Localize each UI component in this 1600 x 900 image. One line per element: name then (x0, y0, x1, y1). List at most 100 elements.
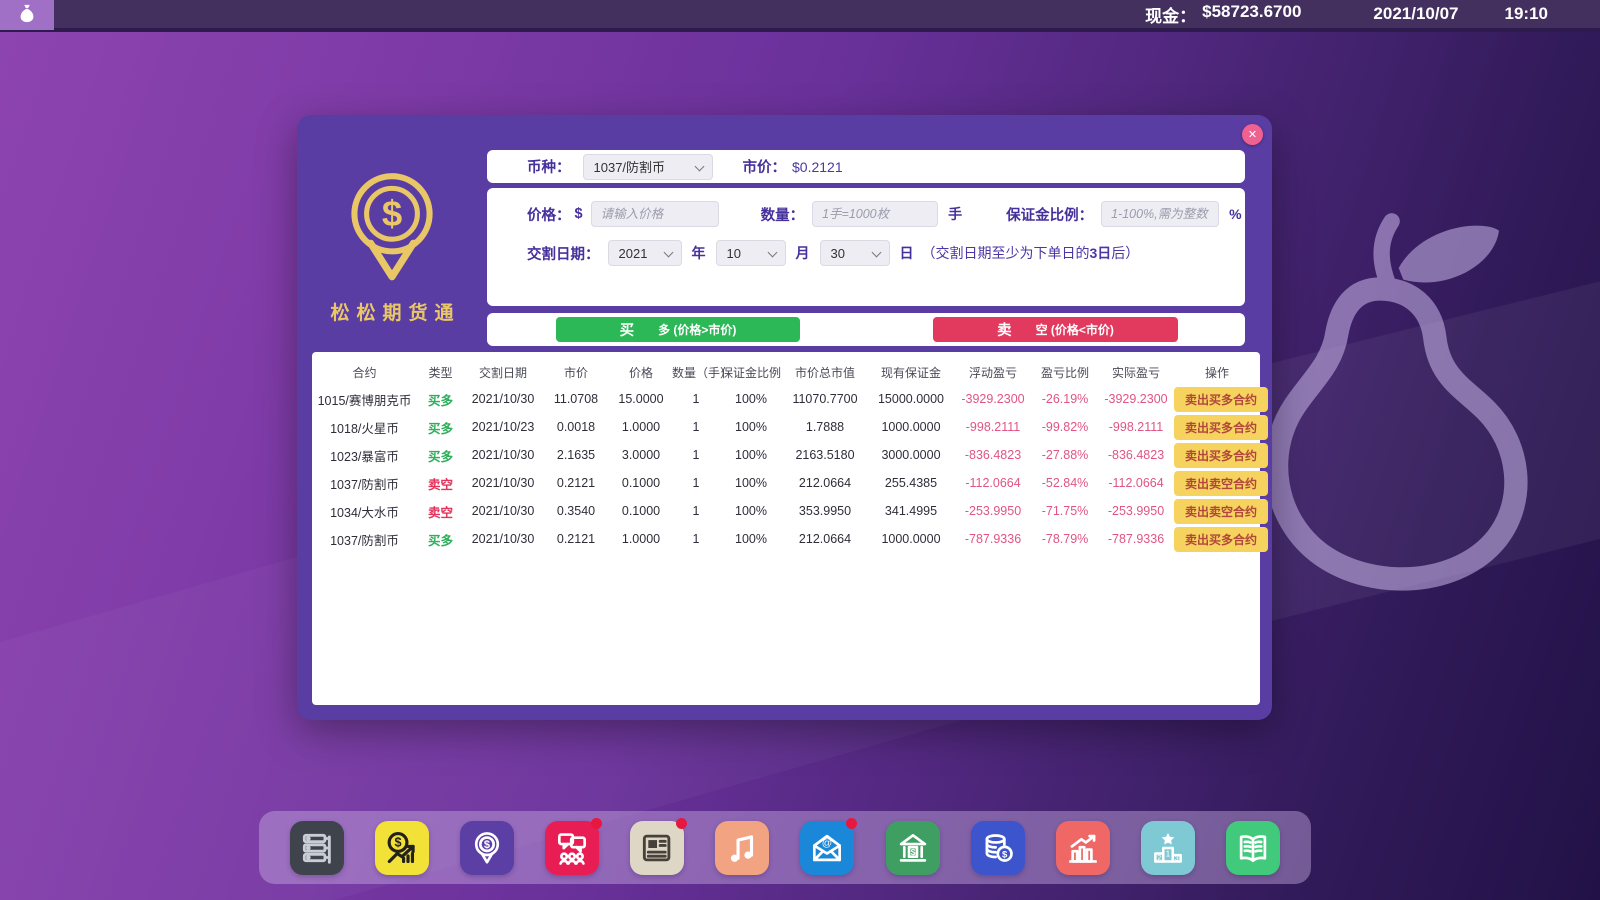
cell-deposit: 3000.0000 (868, 441, 954, 469)
currency-label: 币种： (527, 156, 571, 177)
cell-delivery: 2021/10/30 (464, 497, 542, 525)
cell-total: 353.9950 (782, 497, 868, 525)
sell-char: 卖 (997, 319, 1012, 340)
money-bag-icon[interactable] (0, 0, 54, 30)
buy-long-button[interactable]: 买 多 (价格>市价) (556, 317, 800, 342)
cell-actual_pl: -836.4823 (1098, 441, 1174, 469)
dock-item-music-note[interactable] (715, 821, 769, 875)
column-header: 交割日期 (464, 359, 542, 385)
table-row: 1034/大水币卖空2021/10/300.35400.10001100%353… (312, 497, 1260, 525)
chat-group-icon (553, 829, 591, 867)
dock-item-newspaper[interactable] (630, 821, 684, 875)
dock-item-mail[interactable]: @ (800, 821, 854, 875)
cell-actual_pl: -787.9336 (1098, 525, 1174, 553)
sell-short-button[interactable]: 卖 空 (价格<市价) (933, 317, 1178, 342)
cell-market: 2.1635 (542, 441, 610, 469)
cell-price: 0.1000 (610, 497, 672, 525)
day-select[interactable]: 30 (820, 240, 890, 266)
game-date: 2021/10/07 (1373, 4, 1458, 24)
cell-float_pl: -787.9336 (954, 525, 1032, 553)
currency-select[interactable]: 1037/防割币 (583, 154, 713, 180)
svg-text:2: 2 (1157, 853, 1161, 861)
sell-contract-button[interactable]: 卖出买多合约 (1174, 387, 1268, 412)
cell-contract: 1018/火星币 (312, 413, 417, 441)
cell-contract: 1015/赛博朋克币 (312, 385, 417, 413)
margin-label: 保证金比例： (1006, 204, 1093, 225)
delivery-note: （交割日期至少为下单日的3日后） (922, 243, 1140, 263)
column-header: 合约 (312, 359, 417, 385)
dock-item-coin-trend[interactable]: $ (375, 821, 429, 875)
cell-type: 买多 (417, 441, 464, 469)
cell-deposit: 255.4385 (868, 469, 954, 497)
sell-contract-button[interactable]: 卖出买多合约 (1174, 443, 1268, 468)
quantity-input[interactable] (812, 201, 938, 227)
cell-qty: 1 (672, 413, 720, 441)
day-value: 30 (831, 246, 845, 261)
cell-delivery: 2021/10/23 (464, 413, 542, 441)
dock-item-ranking-podium[interactable]: 123 (1141, 821, 1195, 875)
cell-pl_ratio: -71.75% (1032, 497, 1098, 525)
cell-margin: 100% (720, 469, 782, 497)
cell-pl_ratio: -78.79% (1032, 525, 1098, 553)
cell-type: 买多 (417, 413, 464, 441)
sell-contract-button[interactable]: 卖出买多合约 (1174, 415, 1268, 440)
cell-type: 买多 (417, 385, 464, 413)
cell-delivery: 2021/10/30 (464, 525, 542, 553)
year-select[interactable]: 2021 (608, 240, 682, 266)
cell-float_pl: -3929.2300 (954, 385, 1032, 413)
column-header: 市价 (542, 359, 610, 385)
cell-total: 1.7888 (782, 413, 868, 441)
table-row: 1015/赛博朋克币买多2021/10/3011.070815.00001100… (312, 385, 1260, 413)
svg-text:1: 1 (1165, 849, 1170, 858)
dock-item-chart-up[interactable] (1056, 821, 1110, 875)
svg-text:$: $ (395, 835, 402, 849)
cell-action: 卖出卖空合约 (1174, 469, 1260, 497)
dock-item-bank[interactable]: $ (886, 821, 940, 875)
price-input[interactable] (591, 201, 719, 227)
cell-deposit: 341.4995 (868, 497, 954, 525)
cell-qty: 1 (672, 441, 720, 469)
margin-input[interactable] (1101, 201, 1219, 227)
dock-item-server-rack[interactable] (290, 821, 344, 875)
note-suffix: 后） (1111, 245, 1139, 261)
bank-icon: $ (894, 829, 932, 867)
svg-text:$: $ (1002, 849, 1008, 860)
close-icon[interactable]: ✕ (1242, 124, 1263, 145)
cell-total: 11070.7700 (782, 385, 868, 413)
cell-qty: 1 (672, 469, 720, 497)
dock-item-open-book[interactable] (1226, 821, 1280, 875)
cell-margin: 100% (720, 497, 782, 525)
dock-item-coin-stack[interactable]: $ (971, 821, 1025, 875)
cell-deposit: 1000.0000 (868, 525, 954, 553)
sell-contract-button[interactable]: 卖出买多合约 (1174, 527, 1268, 552)
server-rack-icon (298, 829, 336, 867)
dock-item-chat-group[interactable] (545, 821, 599, 875)
coin-trend-icon: $ (383, 829, 421, 867)
app-title: 松松期货通 (297, 298, 487, 325)
futures-order-dialog: ✕ $ 松松期货通 币种： 1037/防割币 市价： $0.2121 价格： $… (297, 115, 1272, 720)
positions-table: 合约类型交割日期市价价格数量（手）保证金比例市价总市值现有保证金浮动盈亏盈亏比例… (312, 359, 1260, 553)
cell-float_pl: -253.9950 (954, 497, 1032, 525)
coin-stack-icon: $ (979, 829, 1017, 867)
dollar-pin-icon: $ (468, 829, 506, 867)
column-header: 数量（手） (672, 359, 720, 385)
column-header: 现有保证金 (868, 359, 954, 385)
notification-badge (591, 818, 602, 829)
day-unit: 日 (900, 243, 914, 263)
column-header: 保证金比例 (720, 359, 782, 385)
sell-contract-button[interactable]: 卖出卖空合约 (1174, 499, 1268, 524)
month-value: 10 (727, 246, 741, 261)
cell-market: 0.2121 (542, 525, 610, 553)
dock-item-dollar-pin[interactable]: $ (460, 821, 514, 875)
cell-market: 0.2121 (542, 469, 610, 497)
cell-float_pl: -998.2111 (954, 413, 1032, 441)
cell-delivery: 2021/10/30 (464, 441, 542, 469)
newspaper-icon (638, 829, 676, 867)
cell-contract: 1037/防割币 (312, 525, 417, 553)
month-select[interactable]: 10 (716, 240, 786, 266)
market-price-label: 市价： (743, 156, 787, 177)
sell-contract-button[interactable]: 卖出卖空合约 (1174, 471, 1268, 496)
cell-pl_ratio: -26.19% (1032, 385, 1098, 413)
table-header-row: 合约类型交割日期市价价格数量（手）保证金比例市价总市值现有保证金浮动盈亏盈亏比例… (312, 359, 1260, 385)
game-time: 19:10 (1505, 4, 1548, 24)
